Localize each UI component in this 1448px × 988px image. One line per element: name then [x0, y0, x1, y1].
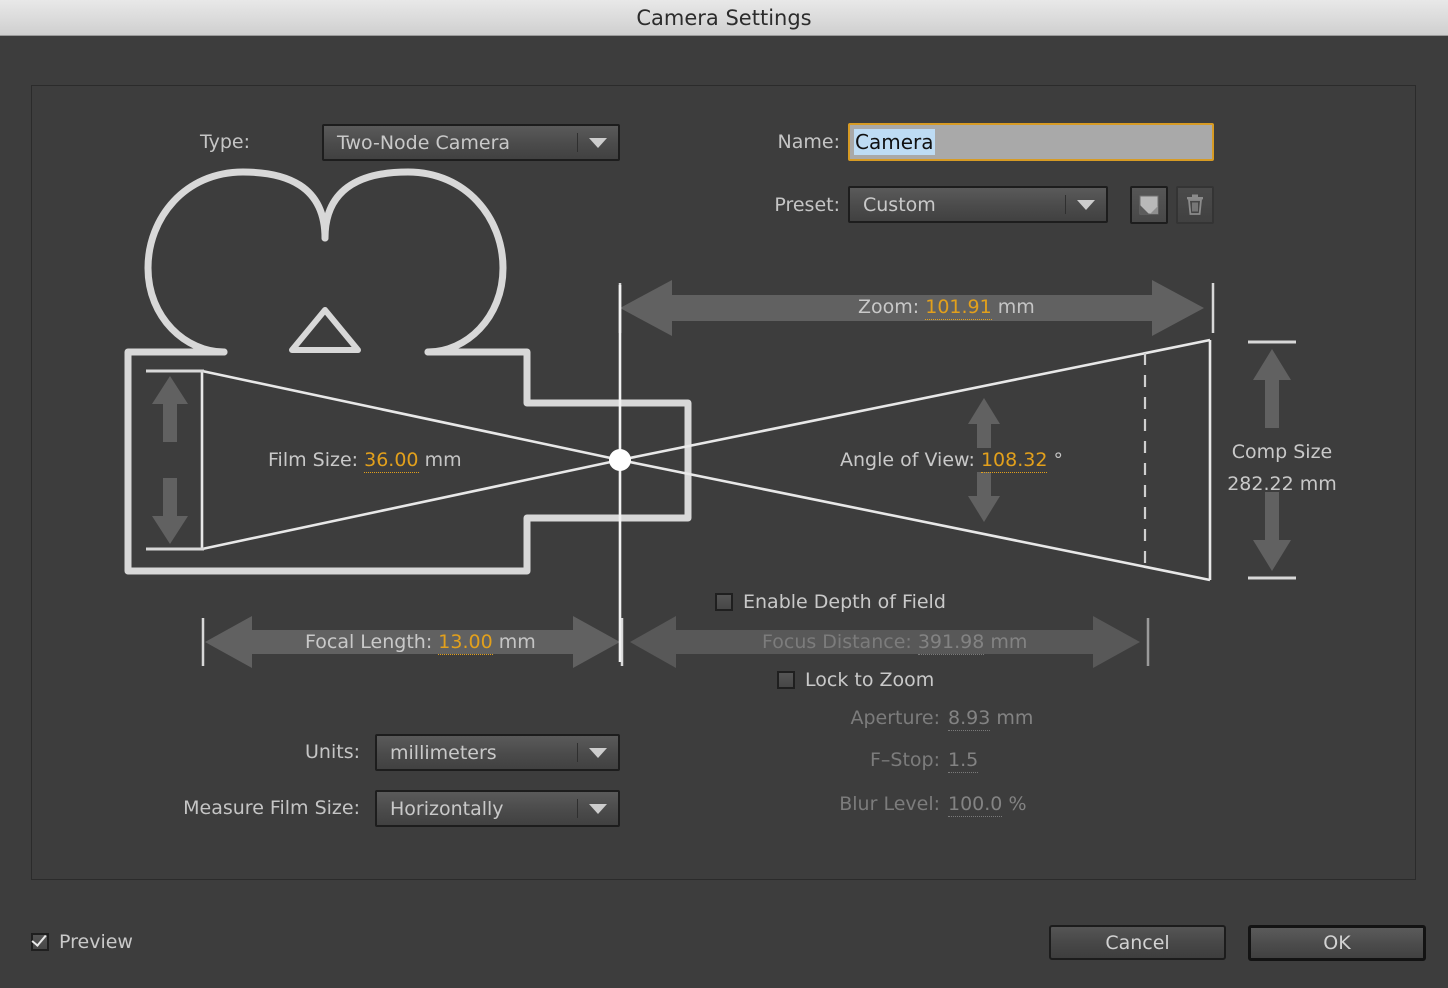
enable-dof-checkbox[interactable]: [715, 593, 733, 611]
type-dropdown[interactable]: Two-Node Camera: [322, 124, 620, 161]
fstop-value[interactable]: 1.5: [948, 749, 979, 773]
delete-preset-button[interactable]: [1176, 186, 1214, 224]
cancel-button[interactable]: Cancel: [1049, 925, 1226, 960]
focus-distance-label: Focus Distance:: [762, 631, 912, 653]
enable-dof-label: Enable Depth of Field: [743, 591, 946, 613]
window-title: Camera Settings: [636, 5, 812, 30]
preset-dropdown-value: Custom: [863, 193, 936, 216]
focal-length-label: Focal Length:: [305, 631, 433, 653]
lock-to-zoom-checkbox-row[interactable]: Lock to Zoom: [777, 669, 934, 691]
zoom-value[interactable]: 101.91: [925, 296, 992, 320]
type-dropdown-value: Two-Node Camera: [337, 131, 511, 154]
preview-checkbox[interactable]: [31, 933, 49, 951]
blur-level-unit: %: [1008, 793, 1027, 815]
zoom-unit: mm: [997, 296, 1035, 318]
chevron-down-icon: [578, 803, 618, 814]
units-dropdown[interactable]: millimeters: [375, 734, 620, 771]
focal-length-readout[interactable]: Focal Length: 13.00 mm: [305, 631, 536, 655]
focal-length-value[interactable]: 13.00: [438, 631, 493, 655]
film-size-readout[interactable]: Film Size: 36.00 mm: [268, 449, 462, 473]
angle-of-view-readout[interactable]: Angle of View: 108.32 °: [840, 449, 1064, 473]
chevron-down-icon: [578, 137, 618, 148]
chevron-down-icon: [1066, 199, 1106, 210]
trash-icon: [1187, 194, 1203, 215]
blur-level-label: Blur Level:: [839, 793, 940, 815]
focus-distance-readout[interactable]: Focus Distance: 391.98 mm: [762, 631, 1028, 655]
preview-checkbox-row[interactable]: Preview: [31, 931, 133, 953]
comp-size-label: Comp Size: [1231, 441, 1333, 463]
measure-film-size-dropdown-value: Horizontally: [390, 797, 504, 820]
name-input-value: Camera: [854, 129, 935, 155]
aperture-unit: mm: [996, 707, 1034, 729]
lock-to-zoom-checkbox[interactable]: [777, 671, 795, 689]
ok-button[interactable]: OK: [1248, 925, 1426, 961]
aperture-value[interactable]: 8.93: [948, 707, 991, 731]
units-dropdown-value: millimeters: [390, 741, 497, 764]
chevron-down-icon: [578, 747, 618, 758]
zoom-label: Zoom:: [858, 296, 920, 318]
film-size-unit: mm: [424, 449, 462, 471]
blur-level-value[interactable]: 100.0: [948, 793, 1003, 817]
zoom-readout[interactable]: Zoom: 101.91 mm: [858, 296, 1035, 320]
measure-film-size-dropdown[interactable]: Horizontally: [375, 790, 620, 827]
aperture-label: Aperture:: [850, 707, 940, 729]
focal-length-unit: mm: [498, 631, 536, 653]
focus-distance-unit: mm: [990, 631, 1028, 653]
units-label: Units:: [305, 741, 360, 763]
preset-label: Preset:: [774, 194, 840, 216]
preset-dropdown[interactable]: Custom: [848, 186, 1108, 223]
angle-of-view-value[interactable]: 108.32: [980, 449, 1048, 473]
save-preset-icon: [1139, 195, 1159, 215]
comp-size-value: 282.22 mm: [1227, 473, 1337, 495]
name-input[interactable]: Camera: [848, 123, 1214, 161]
angle-of-view-label: Angle of View:: [840, 449, 975, 471]
fstop-readout[interactable]: 1.5: [948, 749, 979, 773]
save-preset-button[interactable]: [1130, 186, 1168, 224]
type-label: Type:: [199, 131, 250, 153]
focus-distance-value[interactable]: 391.98: [917, 631, 985, 655]
film-size-label: Film Size:: [268, 449, 359, 471]
enable-dof-checkbox-row[interactable]: Enable Depth of Field: [715, 591, 946, 613]
film-size-value[interactable]: 36.00: [364, 449, 419, 473]
name-label: Name:: [777, 131, 840, 153]
fstop-label: F–Stop:: [869, 749, 940, 771]
blur-level-readout[interactable]: 100.0 %: [948, 793, 1027, 817]
aperture-readout[interactable]: 8.93 mm: [948, 707, 1034, 731]
preview-label: Preview: [59, 931, 133, 953]
lock-to-zoom-label: Lock to Zoom: [805, 669, 935, 691]
angle-of-view-unit: °: [1053, 449, 1064, 471]
measure-film-size-label: Measure Film Size:: [183, 797, 360, 819]
window-titlebar: Camera Settings: [0, 0, 1448, 36]
